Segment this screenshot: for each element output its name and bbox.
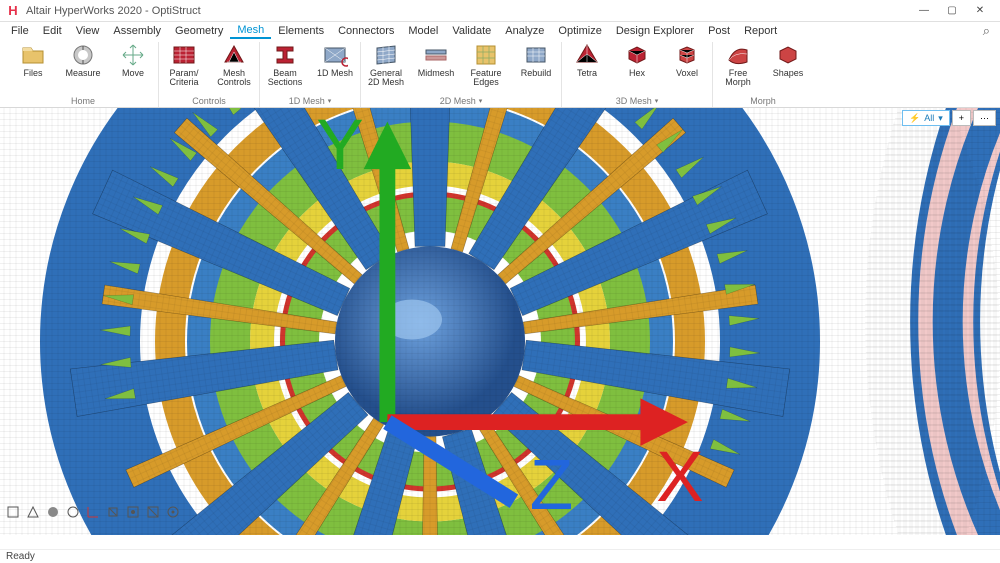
ribbon: Files Measure Move Home Param/ Criteria … [0, 40, 1000, 108]
1dmesh-icon [322, 42, 348, 68]
view-axis-icon[interactable] [86, 505, 100, 519]
voxel-button[interactable]: Voxel [666, 42, 708, 78]
param-criteria-button[interactable]: Param/ Criteria [163, 42, 205, 88]
view-ortho-icon[interactable] [106, 505, 120, 519]
view-shade-icon[interactable] [46, 505, 60, 519]
minimize-button[interactable]: — [910, 1, 938, 21]
menu-report[interactable]: Report [737, 24, 784, 38]
1d-mesh-button[interactable]: 1D Mesh [314, 42, 356, 88]
view-fit-icon[interactable] [126, 505, 140, 519]
viewport-3d[interactable]: ⚡ All ▾ + ⋯ Y X Z [0, 108, 1000, 535]
shapes-icon [775, 42, 801, 68]
voxel-icon [674, 42, 700, 68]
group-label-morph: Morph [750, 96, 776, 107]
meshctrl-icon [221, 42, 247, 68]
menu-file[interactable]: File [4, 24, 36, 38]
ribbon-group-3d: Tetra Hex Voxel 3D Mesh▾ [562, 42, 713, 107]
files-button[interactable]: Files [12, 42, 54, 78]
group-label-1d: 1D Mesh▾ [289, 96, 332, 107]
close-button[interactable]: ✕ [966, 1, 994, 21]
menu-view[interactable]: View [69, 24, 107, 38]
tetra-icon [574, 42, 600, 68]
menu-analyze[interactable]: Analyze [498, 24, 551, 38]
ribbon-group-controls: Param/ Criteria Mesh Controls Controls [159, 42, 260, 107]
menu-validate[interactable]: Validate [445, 24, 498, 38]
app-logo-icon: H [6, 4, 20, 18]
tetra-button[interactable]: Tetra [566, 42, 608, 78]
menu-elements[interactable]: Elements [271, 24, 331, 38]
midmesh-icon [423, 42, 449, 68]
menu-optimize[interactable]: Optimize [551, 24, 608, 38]
measure-button[interactable]: Measure [62, 42, 104, 78]
menu-bar: FileEditViewAssemblyGeometryMeshElements… [0, 22, 1000, 40]
shapes-button[interactable]: Shapes [767, 42, 809, 88]
feature-icon [473, 42, 499, 68]
move-button[interactable]: Move [112, 42, 154, 78]
mesh-controls-button[interactable]: Mesh Controls [213, 42, 255, 88]
hex-icon [624, 42, 650, 68]
freemorph-icon [725, 42, 751, 68]
axis-triad[interactable]: Y X Z [6, 108, 1000, 517]
menu-post[interactable]: Post [701, 24, 737, 38]
hex-button[interactable]: Hex [616, 42, 658, 78]
general-2d-mesh-button[interactable]: General 2D Mesh [365, 42, 407, 88]
measure-icon [70, 42, 96, 68]
ribbon-group-2d: General 2D Mesh Midmesh Feature Edges Re… [361, 42, 562, 107]
group-label-2d: 2D Mesh▾ [440, 96, 483, 107]
menu-model[interactable]: Model [401, 24, 445, 38]
search-icon[interactable]: ⌕ [983, 23, 996, 39]
menu-geometry[interactable]: Geometry [168, 24, 230, 38]
axis-y-label: Y [316, 108, 363, 185]
ribbon-group-1d: Beam Sections 1D Mesh 1D Mesh▾ [260, 42, 361, 107]
rebuild-button[interactable]: Rebuild [515, 42, 557, 88]
g2d-icon [373, 42, 399, 68]
view-persp-icon[interactable] [26, 505, 40, 519]
group-label-home: Home [71, 96, 95, 107]
move-icon [120, 42, 146, 68]
window-title: Altair HyperWorks 2020 - OptiStruct [26, 5, 201, 17]
view-wire-icon[interactable] [66, 505, 80, 519]
free-morph-button[interactable]: Free Morph [717, 42, 759, 88]
beam-sections-button[interactable]: Beam Sections [264, 42, 306, 88]
ribbon-group-morph: Free Morph Shapes Morph [713, 42, 813, 107]
menu-connectors[interactable]: Connectors [331, 24, 401, 38]
axis-z-label: Z [530, 446, 573, 517]
menu-mesh[interactable]: Mesh [230, 23, 271, 39]
title-bar: H Altair HyperWorks 2020 - OptiStruct — … [0, 0, 1000, 22]
ribbon-group-home: Files Measure Move Home [8, 42, 159, 107]
beam-icon [272, 42, 298, 68]
midmesh-button[interactable]: Midmesh [415, 42, 457, 88]
maximize-button[interactable]: ▢ [938, 1, 966, 21]
group-label-3d: 3D Mesh▾ [616, 96, 659, 107]
view-toolbar [0, 505, 180, 521]
menu-design-explorer[interactable]: Design Explorer [609, 24, 701, 38]
view-snap-icon[interactable] [166, 505, 180, 519]
status-bar: Ready [0, 549, 1000, 563]
feature-edges-button[interactable]: Feature Edges [465, 42, 507, 88]
group-label-controls: Controls [192, 96, 226, 107]
files-icon [20, 42, 46, 68]
menu-assembly[interactable]: Assembly [106, 24, 168, 38]
view-iso-icon[interactable] [6, 505, 20, 519]
param-icon [171, 42, 197, 68]
view-section-icon[interactable] [146, 505, 160, 519]
status-text: Ready [6, 551, 35, 562]
axis-x-label: X [656, 438, 703, 517]
rebuild-icon [523, 42, 549, 68]
menu-edit[interactable]: Edit [36, 24, 69, 38]
